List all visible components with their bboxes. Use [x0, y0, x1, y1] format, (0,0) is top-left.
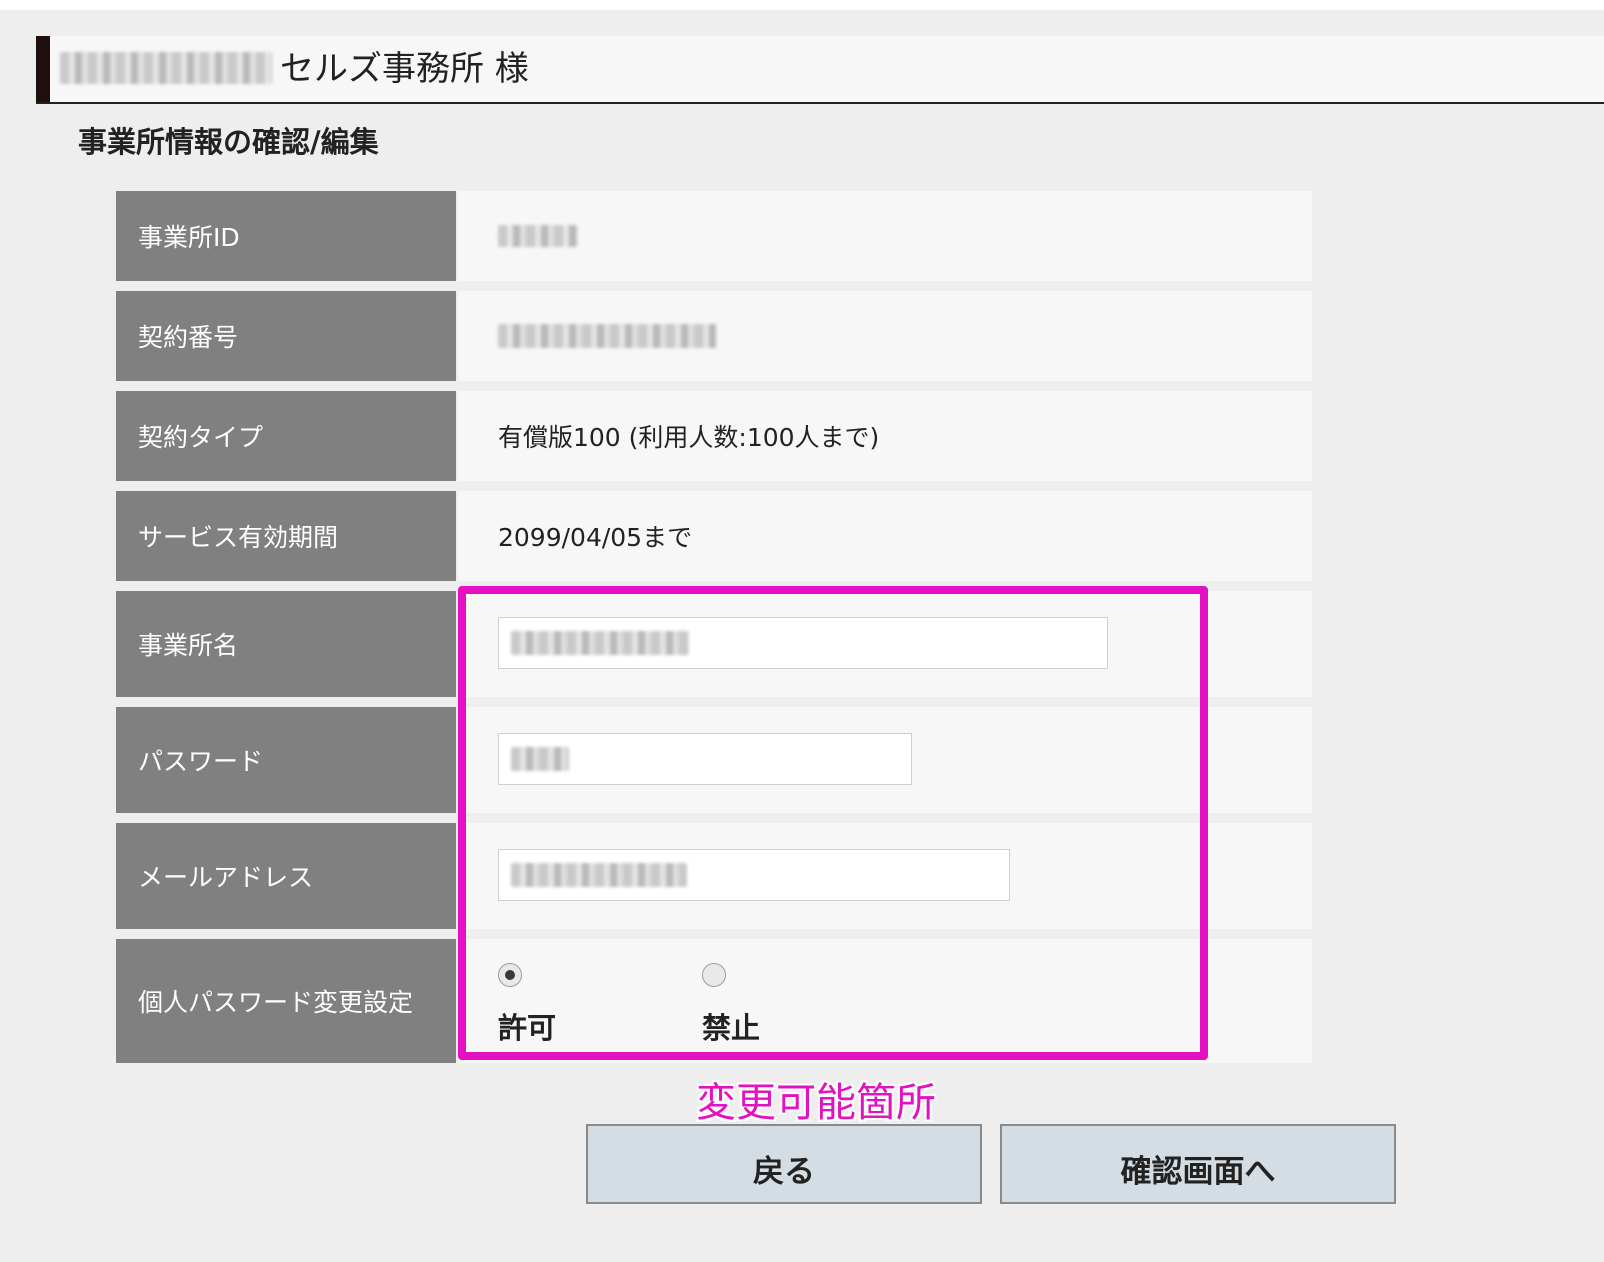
row-service-period: サービス有効期間 2099/04/05まで: [116, 491, 1312, 581]
row-value: [458, 823, 1312, 929]
editable-area-label: 変更可能箇所: [696, 1080, 936, 1126]
row-label: 事業所名: [116, 591, 456, 697]
password-change-radio-group: 許可 禁止: [458, 939, 1312, 1063]
top-strip: [0, 0, 1604, 10]
row-value: 有償版100 (利用人数:100人まで): [458, 391, 1312, 481]
row-password: パスワード: [116, 707, 1312, 813]
email-input[interactable]: [498, 849, 1010, 901]
row-value: [458, 191, 1312, 281]
radio-deny-label[interactable]: 禁止: [702, 1005, 760, 1047]
redacted-email: [511, 863, 687, 887]
row-email: メールアドレス: [116, 823, 1312, 929]
row-value: [458, 291, 1312, 381]
row-password-change-setting: 個人パスワード変更設定 許可 禁止: [116, 939, 1312, 1063]
redacted-office-name: [511, 631, 689, 655]
row-value: 2099/04/05まで: [458, 491, 1312, 581]
row-value: 許可 禁止: [458, 939, 1312, 1063]
row-label: パスワード: [116, 707, 456, 813]
row-value: [458, 707, 1312, 813]
row-contract-type: 契約タイプ 有償版100 (利用人数:100人まで): [116, 391, 1312, 481]
back-button[interactable]: 戻る: [586, 1124, 982, 1204]
password-input[interactable]: [498, 733, 912, 785]
radio-allow-label[interactable]: 許可: [498, 1005, 556, 1047]
row-label: 事業所ID: [116, 191, 456, 281]
redacted-office-id: [498, 225, 578, 247]
row-value: [458, 591, 1312, 697]
office-name-input[interactable]: [498, 617, 1108, 669]
header-accent: [36, 36, 50, 102]
to-confirm-button[interactable]: 確認画面へ: [1000, 1124, 1396, 1204]
section-title: 事業所情報の確認/編集: [78, 125, 379, 159]
radio-deny[interactable]: [702, 963, 726, 987]
redacted-contract-number: [498, 324, 716, 348]
row-label: 個人パスワード変更設定: [116, 939, 456, 1063]
redacted-office-code: [60, 52, 272, 84]
header-bar: セルズ事務所 様: [36, 36, 1604, 104]
row-office-name: 事業所名: [116, 591, 1312, 697]
row-label: メールアドレス: [116, 823, 456, 929]
row-contract-number: 契約番号: [116, 291, 1312, 381]
page-title: セルズ事務所 様: [280, 49, 529, 89]
redacted-password: [511, 747, 569, 771]
row-label: 契約タイプ: [116, 391, 456, 481]
row-label: サービス有効期間: [116, 491, 456, 581]
radio-allow[interactable]: [498, 963, 522, 987]
row-office-id: 事業所ID: [116, 191, 1312, 281]
row-label: 契約番号: [116, 291, 456, 381]
